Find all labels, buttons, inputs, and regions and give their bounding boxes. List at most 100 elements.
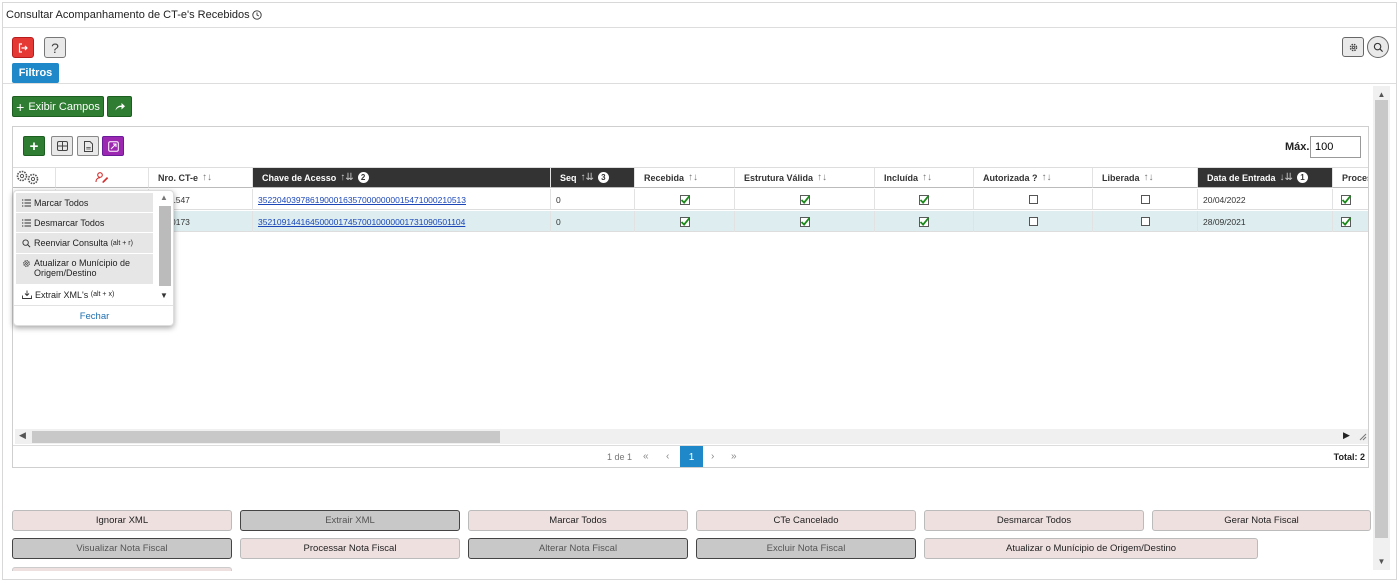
cell-autorizada[interactable]: [974, 211, 1093, 232]
checkbox[interactable]: [1140, 195, 1150, 204]
exit-button[interactable]: [12, 37, 34, 58]
menu-item-extract-xml[interactable]: Extrair XML's (alt + x): [16, 285, 153, 304]
action-button-extrair-xml[interactable]: Extrair XML: [240, 510, 460, 531]
resize-handle-icon[interactable]: [1357, 431, 1367, 441]
cell-data: 20/04/2022: [1198, 189, 1333, 210]
scroll-down-icon[interactable]: ▼: [1373, 555, 1390, 567]
cell-chave: 3522040397861900016357000000001547100021…: [253, 189, 551, 210]
menu-item-update-municipality[interactable]: Atualizar o Munícipio de Origem/Destino: [16, 254, 153, 284]
grid-settings-header[interactable]: [13, 167, 56, 188]
column-header-recebida[interactable]: Recebida ↑↓: [635, 167, 735, 188]
expand-button[interactable]: [102, 136, 124, 156]
cell-estrutura[interactable]: [735, 211, 875, 232]
action-button-ignorar-xml[interactable]: Ignorar XML: [12, 510, 232, 531]
next-page-button[interactable]: ›: [711, 451, 714, 462]
column-header-process[interactable]: Process: [1333, 167, 1368, 188]
menu-item-mark-all[interactable]: Marcar Todos: [16, 193, 153, 212]
show-fields-button[interactable]: + Exibir Campos: [12, 96, 104, 117]
column-header-incluida[interactable]: Incluída ↑↓: [875, 167, 974, 188]
check-icon: [679, 194, 690, 205]
menu-scrollbar[interactable]: ▲ ▼: [157, 193, 172, 305]
column-header-seq[interactable]: Seq ↑⇊ 3: [551, 167, 635, 188]
search-button[interactable]: [1367, 36, 1389, 58]
column-header-liberada[interactable]: Liberada ↑↓: [1093, 167, 1198, 188]
grid-options-menu: Marcar Todos Desmarcar Todos Reenviar Co…: [13, 190, 174, 326]
pdf-icon: [83, 140, 93, 152]
scroll-left-icon[interactable]: ◀: [19, 430, 26, 441]
menu-item-resend-query[interactable]: Reenviar Consulta (alt + r): [16, 233, 153, 253]
filters-tab[interactable]: Filtros: [12, 63, 59, 83]
show-fields-label: Exibir Campos: [28, 100, 100, 113]
check-icon: [799, 194, 810, 205]
page-1-button[interactable]: 1: [680, 446, 703, 467]
checkbox[interactable]: [1028, 195, 1038, 204]
action-button-excluir-nota-fiscal[interactable]: Excluir Nota Fiscal: [696, 538, 916, 559]
grid-view-button[interactable]: [51, 136, 73, 156]
cell-liberada[interactable]: [1093, 211, 1198, 232]
action-button-visualizar-nota-fiscal[interactable]: Visualizar Nota Fiscal: [12, 538, 232, 559]
horizontal-scroll-thumb[interactable]: [32, 431, 500, 443]
action-button-marcar-todos[interactable]: Marcar Todos: [468, 510, 688, 531]
title-bar: Consultar Acompanhamento de CT-e's Receb…: [3, 3, 1396, 28]
gear-icon: [1349, 43, 1357, 51]
check-icon: [1341, 194, 1351, 205]
checkbox[interactable]: [1140, 217, 1150, 226]
download-icon: [22, 290, 32, 299]
menu-scroll-thumb[interactable]: [159, 206, 171, 286]
page-scrollbar[interactable]: ▲ ▼: [1373, 86, 1390, 570]
cell-estrutura[interactable]: [735, 189, 875, 210]
action-button-alterar-nota-fiscal[interactable]: Alterar Nota Fiscal: [468, 538, 688, 559]
search-icon: [22, 238, 31, 247]
check-icon: [1341, 216, 1351, 227]
column-header-autorizada[interactable]: Autorizada ? ↑↓: [974, 167, 1093, 188]
scrollbar-thumb[interactable]: [1375, 100, 1388, 538]
action-button-atualizar-o-mun-cipio-de-origem-destino[interactable]: Atualizar o Munícipio de Origem/Destino: [924, 538, 1258, 559]
table-row[interactable]: 1547 352204039786190001635700000000154710…: [13, 189, 1368, 210]
first-page-button[interactable]: «: [643, 451, 649, 462]
action-button-processar-nota-fiscal[interactable]: Processar Nota Fiscal: [240, 538, 460, 559]
action-button-desmarcar-todos[interactable]: Desmarcar Todos: [924, 510, 1144, 531]
last-page-button[interactable]: »: [731, 451, 737, 462]
cell-incluida[interactable]: [875, 211, 974, 232]
cell-incluida[interactable]: [875, 189, 974, 210]
settings-button[interactable]: [1342, 37, 1364, 57]
check-icon: [679, 216, 690, 227]
page-info: 1 de 1: [607, 452, 633, 462]
access-key-link[interactable]: 3521091441645000017457001000000173109050…: [258, 217, 465, 227]
scroll-up-icon[interactable]: ▲: [160, 193, 168, 202]
max-records-input[interactable]: [1310, 136, 1361, 158]
checkbox[interactable]: [1028, 217, 1038, 226]
column-header-estrutura[interactable]: Estrutura Válida ↑↓: [735, 167, 875, 188]
horizontal-scrollbar[interactable]: ◀ ▶: [15, 429, 1368, 444]
user-edit-header[interactable]: [56, 167, 149, 188]
clock-icon[interactable]: [251, 10, 262, 20]
prev-page-button[interactable]: ‹: [666, 451, 669, 462]
cell-liberada[interactable]: [1093, 189, 1198, 210]
column-header-data-entrada[interactable]: Data de Entrada ↓⇊ 1: [1198, 167, 1333, 188]
pagination: 1 de 1 « ‹ 1 › » Total: 2: [13, 445, 1368, 467]
pdf-button[interactable]: [77, 136, 99, 156]
column-header-chave[interactable]: Chave de Acesso ↑⇊ 2: [253, 167, 551, 188]
cell-process[interactable]: [1333, 211, 1368, 232]
exit-icon: [18, 42, 28, 53]
grid-icon: [56, 141, 68, 151]
add-record-button[interactable]: +: [23, 136, 45, 156]
menu-item-unmark-all[interactable]: Desmarcar Todos: [16, 213, 153, 232]
help-button[interactable]: ?: [44, 37, 66, 58]
check-icon: [919, 216, 929, 227]
cell-recebida[interactable]: [635, 211, 735, 232]
table-row[interactable]: 0173 352109144164500001745700100000017310…: [13, 211, 1368, 232]
cell-recebida[interactable]: [635, 189, 735, 210]
action-button-cte-cancelado[interactable]: CTe Cancelado: [696, 510, 916, 531]
action-button-gerar-nota-fiscal[interactable]: Gerar Nota Fiscal: [1152, 510, 1371, 531]
scroll-right-icon[interactable]: ▶: [1343, 430, 1350, 441]
cell-data: 28/09/2021: [1198, 211, 1333, 232]
cell-autorizada[interactable]: [974, 189, 1093, 210]
scroll-up-icon[interactable]: ▲: [1373, 88, 1390, 100]
share-button[interactable]: [107, 96, 132, 117]
scroll-down-icon[interactable]: ▼: [160, 291, 168, 300]
cell-process[interactable]: [1333, 189, 1368, 210]
access-key-link[interactable]: 3522040397861900016357000000001547100021…: [258, 195, 466, 205]
column-header-nro[interactable]: Nro. CT-e ↑↓: [149, 167, 253, 188]
close-menu-button[interactable]: Fechar: [14, 305, 173, 325]
